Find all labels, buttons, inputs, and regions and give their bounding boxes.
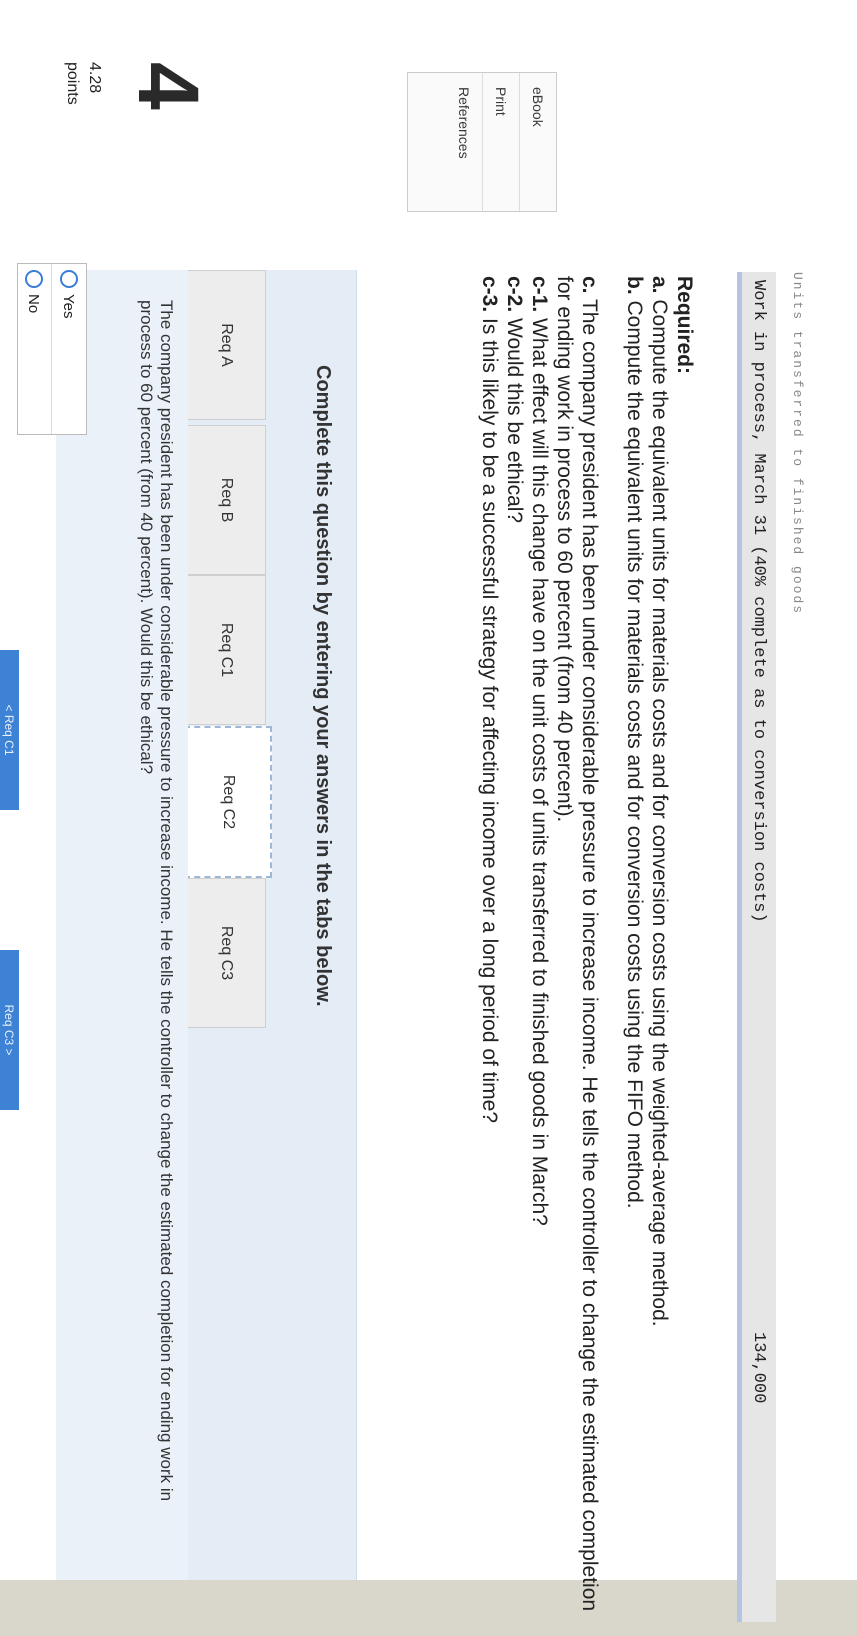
tab-req-c2[interactable]: Req C2	[184, 726, 272, 878]
req-c: c. The company president has been under …	[552, 276, 602, 1636]
resource-sidebar: eBook Print References	[407, 72, 557, 212]
req-a: a. Compute the equivalent units for mate…	[647, 276, 672, 1636]
req-b: b. Compute the equivalent units for mate…	[622, 276, 647, 1636]
option-no[interactable]: No	[17, 264, 51, 434]
option-yes[interactable]: Yes	[51, 264, 86, 434]
tab-req-c3[interactable]: Req C3	[186, 878, 266, 1028]
req-c1: c-1. What effect will this change have o…	[527, 276, 552, 1636]
required-heading: Required:	[673, 276, 696, 375]
tab-content: The company president has been under con…	[56, 270, 188, 1580]
panel-title: Complete this question by entering your …	[312, 365, 334, 1007]
option-yes-label: Yes	[60, 294, 78, 319]
req-c2-prefix: c-2.	[503, 276, 526, 313]
points: 4.28 points	[61, 62, 105, 105]
problem-data-row: Work in process, March 31 (40% complete …	[737, 272, 776, 1622]
requirement-tabs: Req A Req B Req C1 Req C2 Req C3	[184, 270, 272, 1070]
print-link[interactable]: Print	[482, 73, 519, 211]
req-b-prefix: b.	[623, 276, 646, 295]
radio-circle-icon[interactable]	[25, 270, 43, 288]
req-c3-text: Is this likely to be a successful strate…	[478, 312, 501, 1124]
req-c1-prefix: c-1.	[528, 276, 551, 313]
row-label: Work in process, March 31 (40% complete …	[749, 280, 768, 923]
tab-req-a[interactable]: Req A	[186, 270, 266, 420]
tab-req-b[interactable]: Req B	[186, 425, 266, 575]
tab-req-c1[interactable]: Req C1	[186, 575, 266, 725]
prev-button[interactable]: < Req C1	[0, 650, 19, 810]
req-c3: c-3. Is this likely to be a successful s…	[477, 276, 502, 1636]
answer-panel: Complete this question by entering your …	[56, 270, 357, 1580]
references-link[interactable]: References	[446, 73, 482, 211]
next-button[interactable]: Req C3 >	[0, 950, 19, 1110]
req-c1-text: What effect will this change have on the…	[528, 312, 551, 1226]
req-c3-prefix: c-3.	[478, 276, 501, 313]
row-value: 134,000	[749, 1332, 768, 1404]
req-c2-text: Would this be ethical?	[503, 312, 526, 524]
points-value: 4.28	[86, 62, 103, 94]
ebook-link[interactable]: eBook	[519, 73, 556, 211]
req-a-text: Compute the equivalent units for materia…	[648, 293, 671, 1327]
req-c-prefix: c.	[578, 276, 601, 294]
question-page: 4 4.28 points eBook Print References Uni…	[0, 0, 857, 1622]
req-b-text: Compute the equivalent units for materia…	[623, 294, 646, 1209]
question-number: 4	[120, 62, 216, 110]
req-c-text: The company president has been under con…	[553, 276, 601, 1612]
req-c2: c-2. Would this be ethical?	[502, 276, 527, 1636]
points-label: points	[64, 62, 81, 105]
question-text: The company president has been under con…	[137, 300, 176, 1502]
option-no-label: No	[25, 294, 43, 314]
truncated-row: Units transferred to finished goods	[790, 272, 805, 616]
answer-options: Yes No	[17, 263, 87, 435]
radio-circle-icon[interactable]	[60, 270, 78, 288]
requirements: Required: a. Compute the equivalent unit…	[477, 276, 697, 1636]
req-a-prefix: a.	[648, 276, 671, 294]
